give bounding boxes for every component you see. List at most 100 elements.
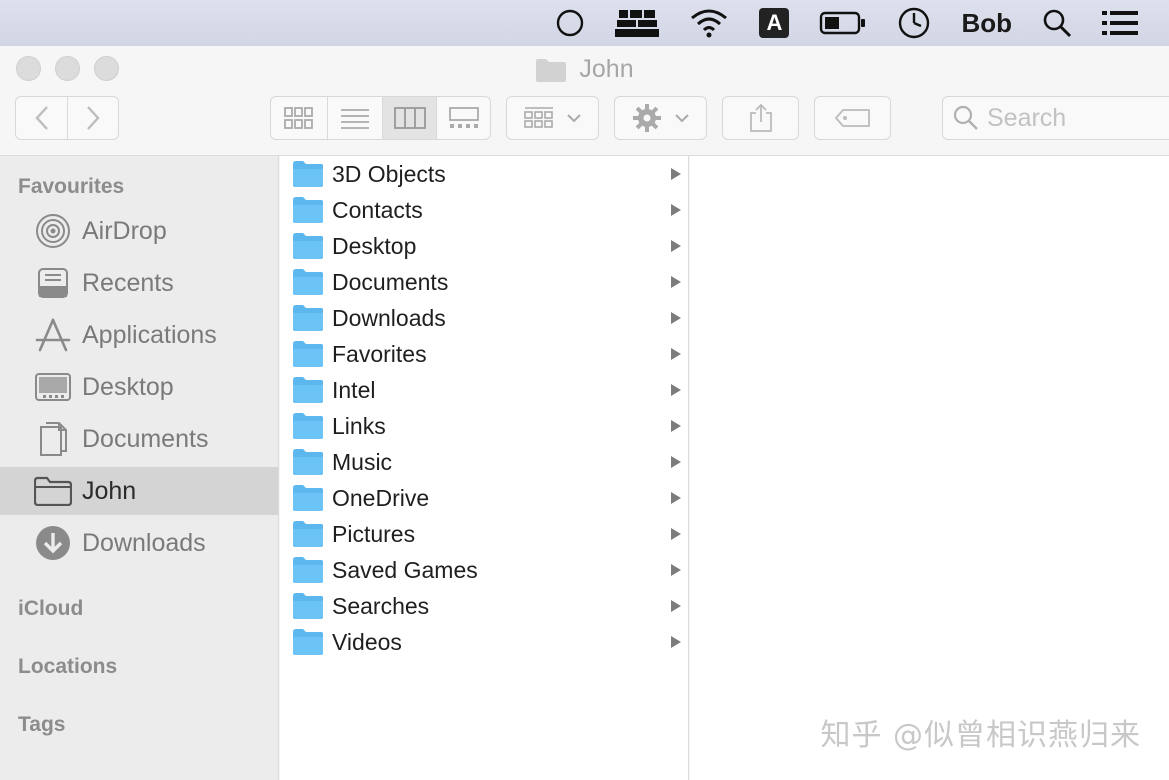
sidebar-item-airdrop[interactable]: AirDrop xyxy=(0,207,278,255)
edit-tags-button[interactable] xyxy=(815,97,890,139)
action-dropdown[interactable] xyxy=(614,96,707,140)
list-item-label: Downloads xyxy=(332,304,446,331)
recents-icon xyxy=(34,264,72,302)
icon-view-button[interactable] xyxy=(271,97,327,139)
sidebar-item-label: Applications xyxy=(82,320,217,349)
column-view-button[interactable] xyxy=(382,97,436,139)
list-item-label: Documents xyxy=(332,268,449,295)
list-item-label: Searches xyxy=(332,592,430,619)
list-item[interactable]: 3D Objects xyxy=(280,156,689,192)
chevron-right-icon xyxy=(671,420,681,432)
back-button[interactable] xyxy=(16,97,67,139)
sidebar-item-recents[interactable]: Recents xyxy=(0,259,278,307)
group-by-dropdown[interactable] xyxy=(506,96,599,140)
sidebar-section-locations[interactable]: Locations xyxy=(18,655,117,679)
forward-button[interactable] xyxy=(67,97,118,139)
download-icon xyxy=(34,524,72,562)
applications-icon xyxy=(34,316,72,354)
grid-icon xyxy=(284,107,313,129)
group-grid-icon xyxy=(523,107,553,128)
circle-status-icon[interactable] xyxy=(540,0,600,46)
chevron-right-icon xyxy=(671,456,681,468)
navigation-group xyxy=(15,96,119,140)
list-item[interactable]: Searches xyxy=(280,588,689,624)
share-button[interactable] xyxy=(723,97,798,139)
sidebar-item-label: Downloads xyxy=(82,528,206,557)
list-item[interactable]: Saved Games xyxy=(280,552,689,588)
list-view-button[interactable] xyxy=(327,97,382,139)
share-icon xyxy=(749,103,772,132)
folder-icon xyxy=(293,593,323,619)
list-item[interactable]: Documents xyxy=(280,264,689,300)
search-field[interactable] xyxy=(942,96,1169,140)
sidebar-item-applications[interactable]: Applications xyxy=(0,311,278,359)
chevron-right-icon xyxy=(671,204,681,216)
list-item-label: Videos xyxy=(332,628,402,655)
chevron-right-icon xyxy=(671,312,681,324)
sidebar-item-label: Desktop xyxy=(82,372,174,401)
title-folder-icon xyxy=(536,58,567,82)
share-group xyxy=(722,96,799,140)
sidebar-item-desktop[interactable]: Desktop xyxy=(0,363,278,411)
chevron-right-icon xyxy=(671,564,681,576)
folder-icon xyxy=(293,269,323,295)
search-input[interactable] xyxy=(987,103,1157,133)
gallery-view-button[interactable] xyxy=(436,97,490,139)
sidebar-item-documents[interactable]: Documents xyxy=(0,415,278,463)
input-source-icon[interactable]: A xyxy=(744,0,804,46)
list-item-label: Desktop xyxy=(332,232,417,259)
list-item[interactable]: Favorites xyxy=(280,336,689,372)
battery-icon[interactable] xyxy=(804,0,882,46)
list-item[interactable]: Desktop xyxy=(280,228,689,264)
sidebar-item-label: Documents xyxy=(82,424,209,453)
folder-icon xyxy=(293,233,323,259)
tag-icon xyxy=(834,109,870,127)
sidebar-item-downloads[interactable]: Downloads xyxy=(0,519,278,567)
chevron-right-icon xyxy=(671,384,681,396)
action-button[interactable] xyxy=(615,97,706,139)
folder-icon xyxy=(293,629,323,655)
list-item[interactable]: Music xyxy=(280,444,689,480)
toolbar xyxy=(0,96,1169,142)
keyboard-stack-icon[interactable] xyxy=(600,0,674,46)
user-name[interactable]: Bob xyxy=(946,0,1027,46)
list-item[interactable]: Contacts xyxy=(280,192,689,228)
chevron-right-icon xyxy=(87,106,100,130)
list-lines-icon xyxy=(341,109,369,129)
watermark: 知乎 @似曾相识燕归来 xyxy=(820,718,1141,753)
sidebar-section-icloud[interactable]: iCloud xyxy=(18,597,83,621)
spotlight-search-icon[interactable] xyxy=(1027,0,1087,46)
folder-icon xyxy=(293,341,323,367)
list-item[interactable]: Intel xyxy=(280,372,689,408)
gallery-icon xyxy=(448,107,479,128)
list-item[interactable]: Links xyxy=(280,408,689,444)
clock-icon[interactable] xyxy=(882,0,946,46)
gear-icon xyxy=(632,104,661,132)
list-item-label: 3D Objects xyxy=(332,160,446,187)
list-item-label: Intel xyxy=(332,376,376,403)
columns-icon xyxy=(393,107,426,129)
chevron-right-icon xyxy=(671,636,681,648)
sidebar-section-tags[interactable]: Tags xyxy=(18,713,65,737)
list-item[interactable]: Downloads xyxy=(280,300,689,336)
chevron-down-icon xyxy=(674,114,689,123)
folder-icon xyxy=(293,197,323,223)
list-item-label: Favorites xyxy=(332,340,427,367)
chevron-right-icon xyxy=(671,348,681,360)
folder-icon xyxy=(293,485,323,511)
list-item[interactable]: OneDrive xyxy=(280,480,689,516)
sidebar-item-john[interactable]: John xyxy=(0,467,278,515)
group-by-button[interactable] xyxy=(507,97,598,139)
list-item[interactable]: Pictures xyxy=(280,516,689,552)
browser-column-1: 3D Objects Contacts Desktop Documents Downlo… xyxy=(280,156,689,780)
wifi-icon[interactable] xyxy=(674,0,744,46)
list-item-label: Links xyxy=(332,412,386,439)
browser-column-2: 知乎 @似曾相识燕归来 xyxy=(690,156,1169,780)
search-icon xyxy=(953,105,978,130)
notification-list-icon[interactable] xyxy=(1087,0,1153,46)
list-item-label: Pictures xyxy=(332,520,416,547)
folder-icon xyxy=(293,557,323,583)
list-item-label: Contacts xyxy=(332,196,423,223)
chevron-right-icon xyxy=(671,492,681,504)
list-item[interactable]: Videos xyxy=(280,624,689,660)
